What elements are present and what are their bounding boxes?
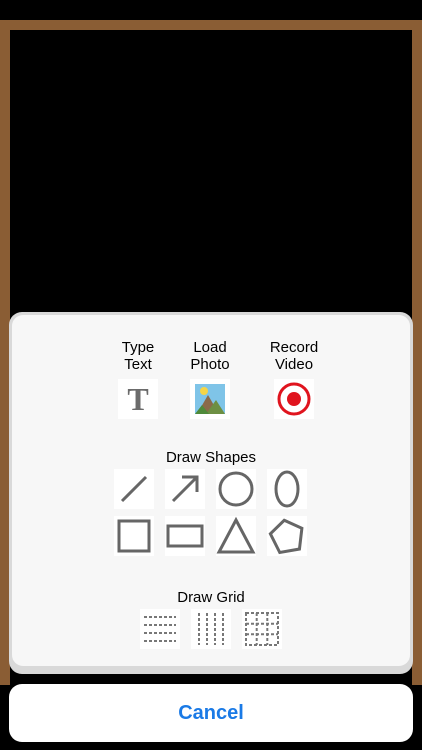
rectangle-shape-button[interactable] xyxy=(165,516,205,556)
svg-text:T: T xyxy=(127,383,148,415)
horizontal-lines-grid-button[interactable] xyxy=(140,609,180,649)
bottom-edge xyxy=(0,742,422,750)
photo-icon[interactable] xyxy=(190,379,230,419)
ellipse-icon xyxy=(274,470,300,508)
record-icon[interactable] xyxy=(274,379,314,419)
type-text-option[interactable]: Type Text T xyxy=(102,339,174,419)
rectangle-icon xyxy=(166,524,204,548)
cancel-button[interactable]: Cancel xyxy=(9,684,413,742)
load-photo-option[interactable]: Load Photo xyxy=(174,339,246,419)
square-shape-button[interactable] xyxy=(114,516,154,556)
ellipse-shape-button[interactable] xyxy=(267,469,307,509)
pentagon-icon xyxy=(268,518,304,555)
arrow-shape-button[interactable] xyxy=(165,469,205,509)
media-options: Type Text T Load Photo Record Video xyxy=(12,339,410,429)
type-text-icon[interactable]: T xyxy=(118,379,158,419)
grid-icon xyxy=(245,612,279,646)
record-video-option[interactable]: Record Video xyxy=(258,339,330,419)
load-photo-label: Load Photo xyxy=(190,339,230,373)
triangle-shape-button[interactable] xyxy=(216,516,256,556)
action-sheet: Type Text T Load Photo Record Video Draw… xyxy=(9,312,413,674)
arrow-icon xyxy=(171,475,199,503)
vertical-lines-grid-button[interactable] xyxy=(191,609,231,649)
draw-grid-title: Draw Grid xyxy=(177,589,245,606)
circle-icon xyxy=(218,471,254,507)
line-icon xyxy=(120,475,148,503)
horizontal-lines-icon xyxy=(144,616,176,642)
line-shape-button[interactable] xyxy=(114,469,154,509)
type-text-label: Type Text xyxy=(121,339,155,373)
shape-grid xyxy=(114,469,314,559)
pentagon-shape-button[interactable] xyxy=(267,516,307,556)
action-sheet-content: Type Text T Load Photo Record Video Draw… xyxy=(12,315,410,666)
vertical-lines-icon xyxy=(198,613,224,645)
square-icon xyxy=(117,519,151,553)
grid-options xyxy=(140,609,288,649)
draw-shapes-title: Draw Shapes xyxy=(165,449,257,466)
grid-lines-button[interactable] xyxy=(242,609,282,649)
circle-shape-button[interactable] xyxy=(216,469,256,509)
triangle-icon xyxy=(216,516,256,554)
record-video-label: Record Video xyxy=(269,339,319,373)
